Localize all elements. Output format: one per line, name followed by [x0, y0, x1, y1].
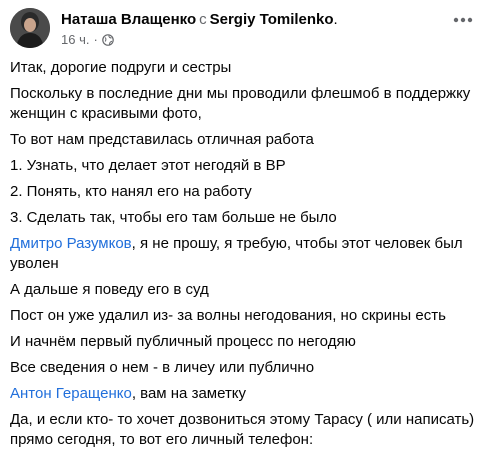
- avatar-photo: [10, 8, 50, 48]
- author-name[interactable]: Наташа Влащенко: [61, 11, 196, 28]
- more-icon: [453, 17, 473, 23]
- post-meta: 16 ч. ·: [61, 32, 338, 48]
- mention-link[interactable]: Антон Геращенко: [10, 385, 132, 402]
- post-paragraph: Да, и если кто- то хочет дозвониться это…: [10, 411, 475, 448]
- post-paragraph: 3. Сделать так, чтобы его там больше не …: [10, 209, 337, 226]
- with-word: с: [199, 11, 207, 28]
- post-paragraph: А дальше я поведу его в суд: [10, 281, 209, 298]
- post-timestamp[interactable]: 16 ч.: [61, 32, 89, 48]
- post-paragraph-mention: Антон Геращенко, вам на заметку: [10, 384, 480, 404]
- globe-icon[interactable]: [102, 34, 114, 46]
- meta-separator: ·: [93, 32, 98, 47]
- post-paragraph: Итак, дорогие подруги и сестры: [10, 59, 232, 76]
- post-paragraph: 2. Понять, кто нанял его на работу: [10, 183, 252, 200]
- post-header: Наташа Влащенко с Sergiy Tomilenko. 16 ч. …: [10, 8, 482, 50]
- co-author-name[interactable]: Sergiy Tomilenko: [210, 11, 334, 28]
- period: .: [333, 11, 338, 28]
- more-options-button[interactable]: [448, 8, 478, 32]
- mention-link[interactable]: Дмитро Разумков: [10, 235, 132, 252]
- post-paragraph: И начнём первый публичный процесс по нег…: [10, 333, 356, 350]
- author-line: Наташа Влащенко с Sergiy Tomilenko.: [61, 10, 338, 29]
- post-paragraph: Все сведения о нем - в личеу или публичн…: [10, 359, 315, 376]
- avatar[interactable]: [10, 8, 50, 48]
- mention-text: , вам на заметку: [131, 385, 247, 402]
- post-paragraph: То вот нам представилась отличная работа: [10, 131, 314, 148]
- post-paragraph: Пост он уже удалил из- за волны негодова…: [10, 307, 446, 324]
- post-header-text: Наташа Влащенко с Sergiy Tomilenko. 16 ч. …: [61, 10, 338, 48]
- post-paragraph: Поскольку в последние дни мы проводили ф…: [10, 85, 471, 122]
- post-paragraph: 1. Узнать, что делает этот негодяй в ВР: [10, 157, 286, 174]
- post-paragraph-mention: Дмитро Разумков, я не прошу, я требую, ч…: [10, 234, 480, 274]
- post-body: Итак, дорогие подруги и сестры Поскольку…: [10, 58, 480, 456]
